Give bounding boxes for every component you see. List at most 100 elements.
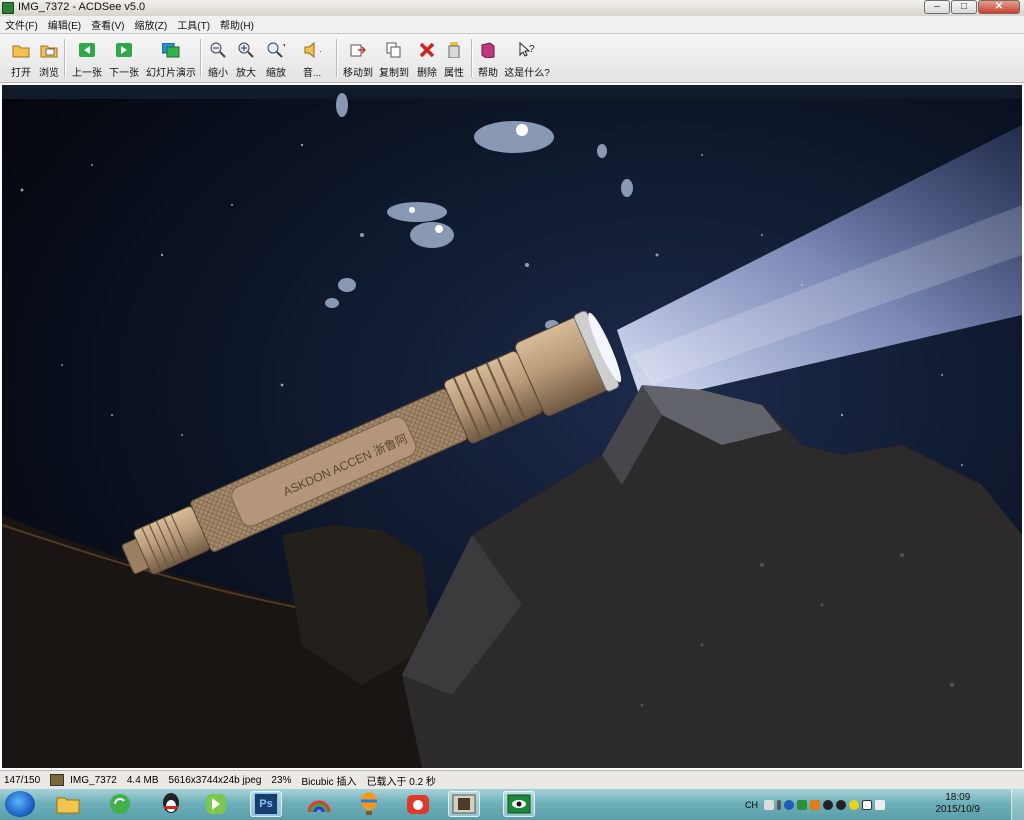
status-load-time: 已载入于 0.2 秒 xyxy=(366,776,436,788)
toolbar: 打开 浏览 上一张 下一张 幻灯片演示 缩小 放大 缩放 音... 移动到 复制… xyxy=(0,34,1024,83)
toolbar-separator xyxy=(336,39,338,77)
previous-image-button[interactable]: 上一张 xyxy=(70,37,104,79)
open-label: 打开 xyxy=(11,68,31,79)
menu-bar: 文件(F) 编辑(E) 查看(V) 缩放(Z) 工具(T) 帮助(H) xyxy=(0,16,1024,34)
open-folder-icon xyxy=(12,41,30,59)
copy-to-icon xyxy=(385,41,403,59)
status-dimensions: 5616x3744x24b jpeg xyxy=(168,774,262,786)
show-desktop-button[interactable] xyxy=(1011,789,1024,820)
network-icon[interactable] xyxy=(862,800,872,810)
toolbar-separator xyxy=(200,39,202,77)
zoom-menu-button[interactable]: 缩放 xyxy=(261,37,291,79)
keyboard-icon[interactable] xyxy=(764,800,774,810)
menu-file[interactable]: 文件(F) xyxy=(0,17,43,32)
acdsee-taskbar-icon[interactable] xyxy=(503,791,535,817)
sync-taskbar-icon[interactable] xyxy=(104,791,136,817)
qq-tray-icon[interactable] xyxy=(823,800,833,810)
maximize-button[interactable]: □ xyxy=(951,0,977,14)
status-bar: 147/150 IMG_7372 4.4 MB 5616x3744x24b jp… xyxy=(0,770,1024,789)
image-view[interactable]: ASKDON ACCEN 浙鲁阿 xyxy=(2,85,1022,768)
magnifier-minus-icon xyxy=(209,41,227,59)
copy-to-button[interactable]: 复制到 xyxy=(377,37,411,79)
properties-label: 属性 xyxy=(444,68,464,79)
system-tray: CH xyxy=(745,797,888,813)
slideshow-icon xyxy=(162,41,180,59)
rainbow-app-taskbar-icon[interactable] xyxy=(303,791,335,817)
green-app-taskbar-icon[interactable] xyxy=(200,791,232,817)
toolbar-separator xyxy=(471,39,473,77)
arrow-right-icon xyxy=(115,41,133,59)
pointer-question-icon: ? xyxy=(518,41,536,59)
slideshow-button[interactable]: 幻灯片演示 xyxy=(145,37,197,79)
photo-viewer-taskbar-icon[interactable] xyxy=(448,791,480,817)
next-image-button[interactable]: 下一张 xyxy=(107,37,141,79)
delete-label: 删除 xyxy=(417,68,437,79)
photoshop-label: Ps xyxy=(254,793,278,815)
red-app-taskbar-icon[interactable] xyxy=(402,791,434,817)
audio-label: 音... xyxy=(302,68,322,79)
arrow-left-icon xyxy=(78,41,96,59)
taskbar: Ps CH 18:09 2015/10/9 xyxy=(0,788,1024,820)
clock[interactable]: 18:09 2015/10/9 xyxy=(936,792,981,816)
speaker-icon xyxy=(303,41,321,59)
zoom-in-label: 放大 xyxy=(236,68,256,79)
clock-time: 18:09 xyxy=(945,792,971,803)
whats-this-button[interactable]: ? 这是什么? xyxy=(503,37,551,79)
tray-pin-icon[interactable] xyxy=(777,800,781,810)
acdsee-app-icon[interactable] xyxy=(2,2,14,14)
input-method-icon[interactable] xyxy=(797,800,807,810)
zoom-label: 缩放 xyxy=(266,68,286,79)
menu-view[interactable]: 查看(V) xyxy=(86,17,129,32)
help-button[interactable]: 帮助 xyxy=(475,37,501,79)
open-button[interactable]: 打开 xyxy=(8,37,34,79)
language-indicator[interactable]: CH xyxy=(745,800,758,810)
svg-text:?: ? xyxy=(529,44,535,55)
minimize-button[interactable]: – xyxy=(924,0,950,14)
browse-label: 浏览 xyxy=(39,68,59,79)
status-filter: Bicubic 插入 xyxy=(301,776,357,788)
magnifier-icon xyxy=(267,41,285,59)
move-to-icon xyxy=(349,41,367,59)
start-button[interactable] xyxy=(5,791,35,817)
delete-x-icon xyxy=(418,41,436,59)
window-title: IMG_7372 - ACDSee v5.0 xyxy=(18,1,146,13)
zoom-in-button[interactable]: 放大 xyxy=(233,37,259,79)
qq-taskbar-icon[interactable] xyxy=(155,791,187,817)
close-button[interactable]: ✕ xyxy=(978,0,1020,14)
menu-edit[interactable]: 编辑(E) xyxy=(43,17,86,32)
menu-tools[interactable]: 工具(T) xyxy=(172,17,215,32)
plus-tray-icon[interactable] xyxy=(849,800,859,810)
status-filesize: 4.4 MB xyxy=(126,774,159,786)
help-label: 帮助 xyxy=(478,68,498,79)
properties-button[interactable]: 属性 xyxy=(441,37,467,79)
toolbar-separator xyxy=(64,39,66,77)
status-filename: IMG_7372 xyxy=(70,774,117,786)
explorer-taskbar-icon[interactable] xyxy=(52,791,84,817)
help-book-icon xyxy=(479,41,497,59)
title-bar: IMG_7372 - ACDSee v5.0 – □ ✕ xyxy=(0,0,1024,16)
menu-zoom[interactable]: 缩放(Z) xyxy=(129,17,172,32)
audio-button[interactable]: 音... xyxy=(294,37,330,79)
menu-help[interactable]: 帮助(H) xyxy=(215,17,259,32)
volume-icon[interactable] xyxy=(875,800,885,810)
move-to-label: 移动到 xyxy=(343,68,373,79)
image-file-icon xyxy=(50,774,65,786)
qq-tray-icon-2[interactable] xyxy=(836,800,846,810)
help-tray-icon[interactable] xyxy=(784,800,794,810)
security-tray-icon[interactable] xyxy=(810,800,820,810)
move-to-button[interactable]: 移动到 xyxy=(341,37,375,79)
browse-folder-icon xyxy=(40,41,58,59)
next-label: 下一张 xyxy=(109,68,139,79)
underwater-flashlight-photo: ASKDON ACCEN 浙鲁阿 xyxy=(2,85,1022,768)
browse-button[interactable]: 浏览 xyxy=(36,37,62,79)
balloon-taskbar-icon[interactable] xyxy=(353,791,385,817)
photoshop-taskbar-icon[interactable]: Ps xyxy=(250,791,282,817)
delete-button[interactable]: 删除 xyxy=(414,37,440,79)
zoom-out-button[interactable]: 缩小 xyxy=(205,37,231,79)
previous-label: 上一张 xyxy=(72,68,102,79)
properties-icon xyxy=(445,41,463,59)
image-position: 147/150 xyxy=(4,774,41,786)
status-zoom: 23% xyxy=(271,774,292,786)
window-controls: – □ ✕ xyxy=(923,0,1020,15)
slideshow-label: 幻灯片演示 xyxy=(146,68,196,79)
